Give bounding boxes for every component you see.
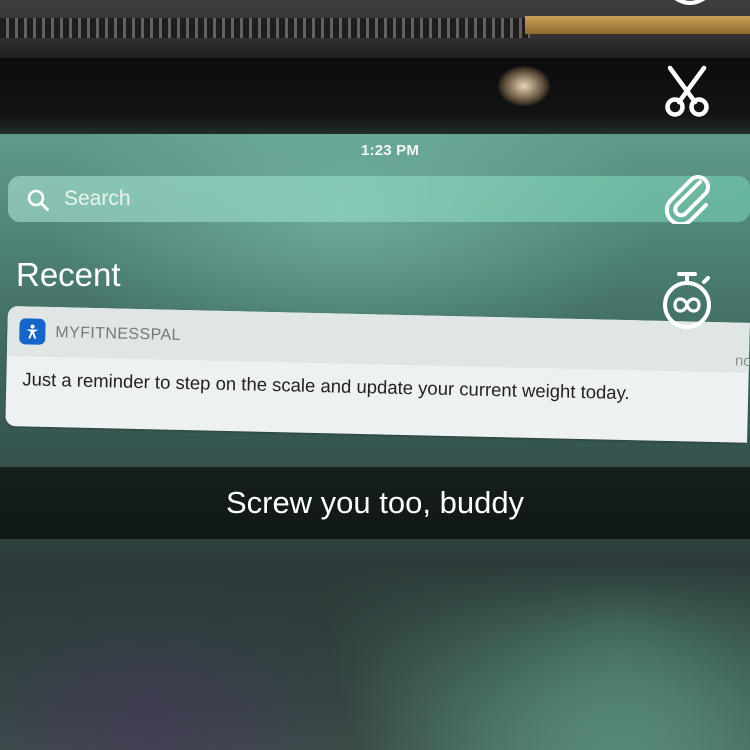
scissors-icon[interactable] — [662, 64, 712, 118]
light-reflection — [498, 66, 550, 106]
device-bezel — [0, 58, 750, 138]
caption-text: Screw you too, buddy — [225, 485, 525, 520]
status-bar-time: 1:23 PM — [360, 142, 420, 159]
search-placeholder: Search — [64, 187, 131, 210]
notification-card[interactable]: MYFITNESSPAL now Just a reminder to step… — [5, 306, 750, 443]
phone-screen — [0, 134, 750, 750]
pencil-icon[interactable] — [664, 0, 716, 10]
search-icon — [26, 188, 50, 212]
paperclip-icon[interactable] — [660, 168, 716, 224]
notification-message: Just a reminder to step on the scale and… — [22, 368, 630, 404]
section-title: Recent — [16, 256, 121, 293]
search-input[interactable]: Search — [8, 176, 750, 222]
caption-bar[interactable]: Screw you too, buddy — [0, 467, 750, 539]
myfitnesspal-icon — [19, 318, 46, 345]
device-edge — [0, 0, 750, 62]
notification-time: now — [734, 352, 750, 371]
timer-icon[interactable] — [660, 270, 714, 332]
notification-app-name: MYFITNESSPAL — [55, 324, 181, 344]
device-gold-trim — [525, 16, 750, 34]
speaker-grille — [0, 18, 530, 38]
